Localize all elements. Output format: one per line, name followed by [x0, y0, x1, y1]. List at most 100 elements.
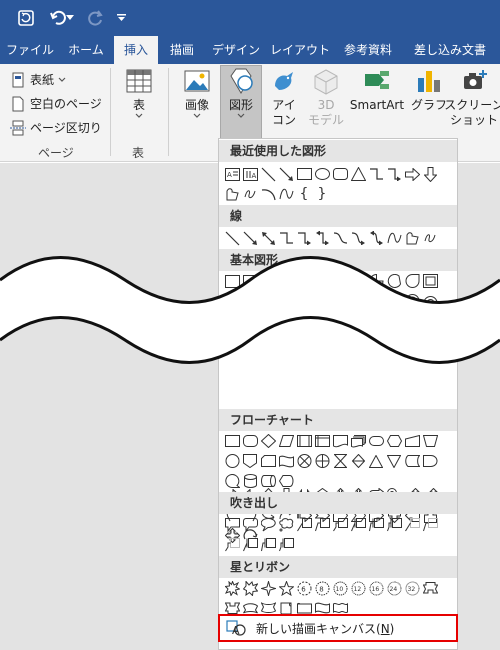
explosion-2-shape[interactable]: [241, 579, 259, 597]
curved-double-arrow-connector-shape[interactable]: [367, 229, 385, 247]
flowchart-merge-shape[interactable]: [385, 452, 403, 470]
elbow-connector-shape[interactable]: [277, 229, 295, 247]
cover-page-button[interactable]: 表紙: [10, 71, 66, 88]
tab-file[interactable]: ファイル: [6, 36, 54, 64]
tab-mailings[interactable]: 差し込み文書: [406, 36, 494, 64]
oval-callout-shape[interactable]: [259, 516, 277, 534]
flowchart-off-page-connector-shape[interactable]: [241, 452, 259, 470]
rectangle-shape[interactable]: [295, 165, 313, 183]
line-callout-2-shape[interactable]: [313, 516, 331, 534]
tab-design[interactable]: デザイン: [208, 36, 264, 64]
flowchart-summing-junction-shape[interactable]: [295, 452, 313, 470]
page-break-button[interactable]: ページ区切り: [10, 119, 102, 136]
right-arrow-shape[interactable]: [403, 165, 421, 183]
scribble-shape[interactable]: [421, 229, 439, 247]
elbow-connector-shape[interactable]: [367, 165, 385, 183]
flowchart-alternate-process-shape[interactable]: [241, 432, 259, 450]
new-drawing-canvas-menu-item[interactable]: A 新しい描画キャンバス(N): [218, 614, 458, 642]
line-callout-border-accent-2-shape[interactable]: [259, 536, 277, 554]
flowchart-sequential-access-storage-shape[interactable]: [223, 472, 241, 490]
tab-draw[interactable]: 描画: [162, 36, 202, 64]
scribble-shape[interactable]: [241, 185, 259, 203]
flowchart-document-shape[interactable]: [331, 432, 349, 450]
arc-shape[interactable]: [259, 185, 277, 203]
text-box-shape[interactable]: A: [223, 165, 241, 183]
arrow-line-shape[interactable]: [277, 165, 295, 183]
explosion-1-shape[interactable]: [223, 579, 241, 597]
flowchart-display-shape[interactable]: [277, 472, 295, 490]
star-12-point-shape[interactable]: 12: [349, 579, 367, 597]
line-callout-no-border-1-shape[interactable]: [403, 516, 421, 534]
line-callout-accent-1-shape[interactable]: [349, 516, 367, 534]
ribbon-up-shape[interactable]: [421, 579, 439, 597]
tab-home[interactable]: ホーム: [62, 36, 110, 64]
elbow-arrow-connector-shape[interactable]: [385, 165, 403, 183]
star-16-point-shape[interactable]: 16: [367, 579, 385, 597]
star-10-point-shape[interactable]: 10: [331, 579, 349, 597]
left-brace-shape[interactable]: {: [295, 185, 313, 203]
star-32-point-shape[interactable]: 32: [403, 579, 421, 597]
flowchart-decision-shape[interactable]: [259, 432, 277, 450]
flowchart-preparation-shape[interactable]: [385, 432, 403, 450]
flowchart-manual-operation-shape[interactable]: [421, 432, 439, 450]
tab-insert[interactable]: 挿入: [114, 36, 158, 64]
chart-button[interactable]: グラフ: [410, 66, 448, 113]
flowchart-predefined-process-shape[interactable]: [295, 432, 313, 450]
elbow-arrow-connector-shape[interactable]: [295, 229, 313, 247]
line-shape[interactable]: [223, 229, 241, 247]
down-arrow-shape[interactable]: [421, 165, 439, 183]
tab-layout[interactable]: レイアウト: [268, 36, 332, 64]
redo-icon[interactable]: [84, 6, 108, 30]
flowchart-sort-shape[interactable]: [349, 452, 367, 470]
flowchart-delay-shape[interactable]: [421, 452, 439, 470]
elbow-double-arrow-connector-shape[interactable]: [313, 229, 331, 247]
curved-connector-shape[interactable]: [331, 229, 349, 247]
flowchart-or-shape[interactable]: [313, 452, 331, 470]
star-6-point-shape[interactable]: 6: [295, 579, 313, 597]
flowchart-extract-shape[interactable]: [367, 452, 385, 470]
flowchart-terminator-shape[interactable]: [367, 432, 385, 450]
blank-page-button[interactable]: 空白のページ: [10, 95, 102, 112]
line-callout-no-border-3-shape[interactable]: [223, 536, 241, 554]
rounded-rectangular-callout-shape[interactable]: [241, 516, 259, 534]
smartart-button[interactable]: SmartArt: [348, 66, 406, 113]
star-8-point-shape[interactable]: 8: [313, 579, 331, 597]
screenshot-button[interactable]: スクリーン ショット: [444, 66, 500, 128]
autosave-icon[interactable]: [14, 6, 38, 30]
flowchart-direct-access-storage-shape[interactable]: [259, 472, 277, 490]
flowchart-internal-storage-shape[interactable]: [313, 432, 331, 450]
flowchart-data-shape[interactable]: [277, 432, 295, 450]
triangle-shape[interactable]: [349, 165, 367, 183]
star-5-point-shape[interactable]: [277, 579, 295, 597]
right-brace-shape[interactable]: }: [313, 185, 331, 203]
shapes-button[interactable]: 図形: [220, 65, 262, 139]
cloud-callout-shape[interactable]: [277, 516, 295, 534]
rectangular-callout-shape[interactable]: [223, 516, 241, 534]
flowchart-connector-shape[interactable]: [223, 452, 241, 470]
vertical-text-box-shape[interactable]: A: [241, 165, 259, 183]
table-button[interactable]: 表: [120, 66, 158, 119]
curve-shape[interactable]: [385, 229, 403, 247]
undo-dropdown-icon[interactable]: [64, 6, 76, 30]
curve-shape[interactable]: [277, 185, 295, 203]
line-callout-accent-3-shape[interactable]: [385, 516, 403, 534]
line-callout-1-shape[interactable]: [295, 516, 313, 534]
flowchart-multidocument-shape[interactable]: [349, 432, 367, 450]
tab-references[interactable]: 参考資料: [336, 36, 400, 64]
freeform-shape[interactable]: [403, 229, 421, 247]
double-arrow-line-shape[interactable]: [259, 229, 277, 247]
flowchart-process-shape[interactable]: [223, 432, 241, 450]
curved-arrow-connector-shape[interactable]: [349, 229, 367, 247]
pictures-button[interactable]: 画像: [176, 66, 218, 119]
flowchart-punched-tape-shape[interactable]: [277, 452, 295, 470]
flowchart-stored-data-shape[interactable]: [403, 452, 421, 470]
arrow-line-shape[interactable]: [241, 229, 259, 247]
flowchart-magnetic-disk-shape[interactable]: [241, 472, 259, 490]
star-24-point-shape[interactable]: 24: [385, 579, 403, 597]
line-callout-border-accent-1-shape[interactable]: [241, 536, 259, 554]
oval-shape[interactable]: [313, 165, 331, 183]
flowchart-card-shape[interactable]: [259, 452, 277, 470]
star-4-point-shape[interactable]: [259, 579, 277, 597]
icons-button[interactable]: アイ コン: [264, 66, 304, 128]
line-callout-accent-2-shape[interactable]: [367, 516, 385, 534]
